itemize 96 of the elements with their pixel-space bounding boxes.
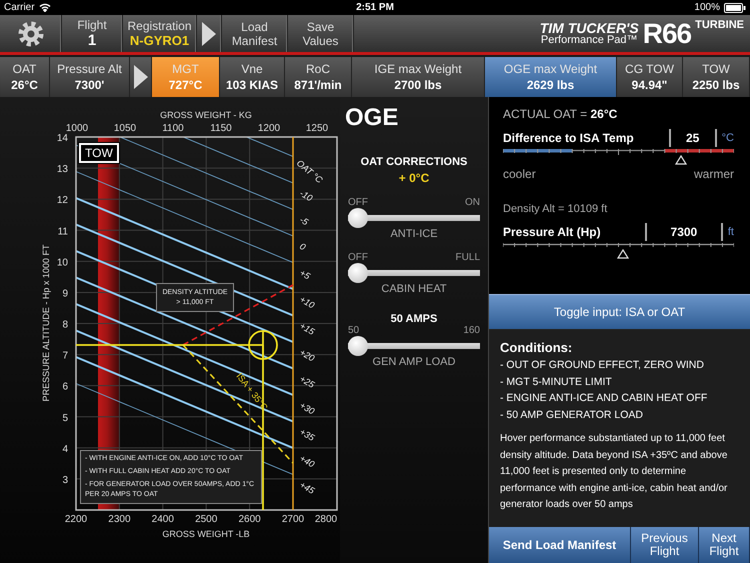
slider-label: CABIN HEAT <box>381 283 447 295</box>
footer-button[interactable]: Send Load Manifest <box>489 527 631 563</box>
axis-tick-label: 0 <box>298 241 308 252</box>
axis-tick-label: 5 <box>62 412 68 424</box>
axis-tick-label: 1200 <box>258 123 280 134</box>
scale-min-label: cooler <box>503 167 536 181</box>
axis-tick-label: 9 <box>62 288 68 300</box>
slider-thumb[interactable] <box>348 208 368 228</box>
axis-tick-label: -10 <box>298 188 314 204</box>
readout-tab[interactable]: OGE max Weight 2629 lbs <box>485 57 617 97</box>
axis-tick-label: +15 <box>298 320 316 337</box>
corrections-heading: OAT CORRECTIONS <box>360 156 468 168</box>
condition-item: - MGT 5-MINUTE LIMIT <box>500 374 613 390</box>
slider-max-label: ON <box>465 197 480 208</box>
corrections-total: + 0°C <box>398 171 430 185</box>
axis-tick-label: +35 <box>298 426 316 443</box>
axis-tick-label: +40 <box>298 453 316 470</box>
axis-tick-label: 4 <box>62 444 68 455</box>
axis-title: GROSS WEIGHT - KG <box>160 110 252 120</box>
axis-tick-label: 2300 <box>108 514 131 525</box>
slider-min-label: OFF <box>348 252 368 263</box>
axis-tick-label: 2600 <box>238 514 261 525</box>
condition-item: - ENGINE ANTI-ICE AND CABIN HEAT OFF <box>500 391 708 406</box>
conditions-note: Hover performance substantiated up to 11,000 feet density altitude. Data beyond ISA +35ºC and above 11,000 feet is presented only to determine performance with engine anti-ice, cabin heat and/or generator loads over 50 amps <box>500 432 728 512</box>
slider-label: ANTI-ICE <box>390 228 438 240</box>
axis-tick-label: -5 <box>298 214 310 228</box>
slider-max-label: FULL <box>456 252 480 263</box>
registration-value: N-GYRO1 <box>130 33 190 48</box>
slider-min-label: OFF <box>348 197 368 208</box>
axis-tick-label: 2700 <box>282 514 304 525</box>
axis-tick-label: 3 <box>62 474 68 486</box>
battery-icon <box>724 2 746 12</box>
axis-tick-label: 1250 <box>306 123 328 134</box>
tow-badge: TOW <box>79 143 119 163</box>
axis-tick-label: 12 <box>56 195 68 206</box>
pointer-icon[interactable] <box>674 155 687 165</box>
footer-button[interactable]: Next Flight <box>699 527 750 563</box>
slider-max-label: 160 <box>463 325 480 336</box>
slider-thumb[interactable] <box>348 336 368 356</box>
isa-scale[interactable] <box>503 149 734 167</box>
unit-label: ft <box>728 226 734 238</box>
condition-item: - OUT OF GROUND EFFECT, ZERO WIND <box>500 358 705 373</box>
axis-tick-label: 6 <box>62 382 68 393</box>
flight-label: Flight <box>77 18 107 32</box>
density-altitude-text: Density Alt = 10109 ft <box>503 203 608 215</box>
axis-tick-label: 14 <box>56 133 68 144</box>
conditions-title: Conditions: <box>500 340 574 355</box>
play-arrow-icon <box>134 65 148 89</box>
axis-title: PRESSURE ALTITUDE - Hp x 1000 FT <box>41 244 51 402</box>
carrier-name: Carrier <box>4 2 35 13</box>
axis-tick-label: 11 <box>58 226 68 238</box>
unit-label: °C <box>722 132 734 144</box>
axis-tick-label: 7 <box>62 350 68 362</box>
condition-item: - 50 AMP GENERATOR LOAD <box>500 408 644 422</box>
slider-thumb[interactable] <box>348 263 368 283</box>
axis-tick-label: +20 <box>298 347 316 364</box>
axis-tick-label: 1050 <box>114 123 136 134</box>
axis-tick-label: 10 <box>56 257 68 268</box>
flight-number: 1 <box>88 32 96 49</box>
battery-percentage: 100% <box>694 2 720 13</box>
scale-max-label: warmer <box>694 167 734 181</box>
axis-tick-label: 2200 <box>64 514 88 525</box>
axis-tick-label: +45 <box>298 480 316 496</box>
axis-tick-label: 1000 <box>66 123 88 134</box>
pointer-icon[interactable] <box>617 249 630 259</box>
wifi-icon <box>38 3 51 12</box>
axis-tick-label: 1150 <box>210 123 232 134</box>
axis-tick-label: +30 <box>298 400 316 416</box>
axis-title: GROSS WEIGHT -LB <box>162 529 250 539</box>
slider-min-label: 50 <box>348 325 360 336</box>
isa-difference-field[interactable]: 25 <box>668 129 717 147</box>
registration-label: Registration <box>127 19 192 33</box>
actual-oat-text: ACTUAL OAT = 26°C <box>503 107 618 121</box>
pressure-altitude-field[interactable]: 7300 <box>644 223 723 241</box>
axis-tick-label: 13 <box>56 164 68 176</box>
axis-title: OAT °C <box>294 158 324 186</box>
slider-label: GEN AMP LOAD <box>372 356 456 368</box>
chart-title: OGE <box>345 104 398 132</box>
play-arrow-icon <box>202 22 216 46</box>
toggle-input-button[interactable]: Toggle input: ISA or OAT <box>489 294 750 330</box>
axis-tick-label: +5 <box>298 268 312 282</box>
clock-time: 2:51 PM <box>356 2 394 13</box>
pressure-scale[interactable] <box>503 243 734 261</box>
axis-tick-label: 2800 <box>314 514 338 525</box>
axis-tick-label: 8 <box>62 320 68 331</box>
settings-icon <box>16 20 44 48</box>
axis-tick-label: 1100 <box>162 123 184 134</box>
pressure-altitude-label: Pressure Alt (Hp) <box>503 225 602 239</box>
axis-tick-label: 2500 <box>195 514 218 525</box>
axis-tick-label: +25 <box>298 374 316 390</box>
result-marker-icon <box>248 330 278 360</box>
axis-tick-label: 2400 <box>152 514 174 525</box>
axis-tick-label: +10 <box>298 294 316 310</box>
slider-value: 50 AMPS <box>390 313 438 325</box>
isa-difference-label: Difference to ISA Temp <box>503 131 635 145</box>
footer-button[interactable]: Previous Flight <box>631 527 699 563</box>
